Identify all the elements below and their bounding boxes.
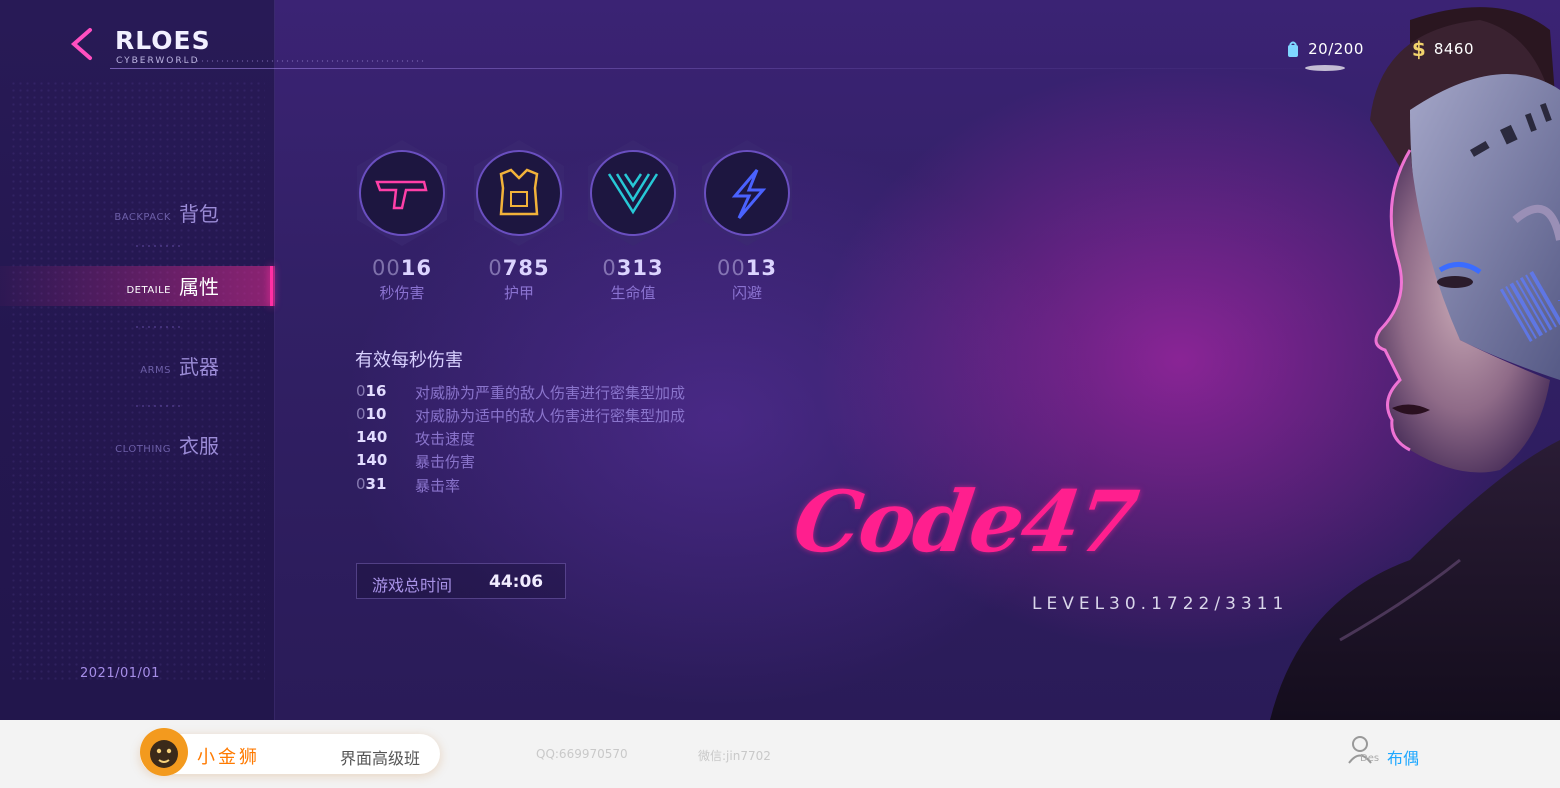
qq-contact: QQ:669970570 <box>536 747 628 761</box>
total-playtime-label: 游戏总时间 <box>372 576 453 595</box>
nav-item-clothing[interactable]: CLOTHING 衣服 <box>0 425 275 465</box>
page-title: RLOES <box>115 26 211 55</box>
stat-health[interactable]: 0313 生命值 <box>583 138 683 303</box>
dps-row: 016 对威胁为严重的敌人伤害进行密集型加成 <box>356 382 776 404</box>
dps-value: 031 <box>356 475 387 493</box>
stat-value: 0785 <box>488 256 550 280</box>
designer-tag: Des <box>1360 753 1380 764</box>
nav-separator-dots <box>134 404 180 408</box>
stat-label: 护甲 <box>503 284 534 302</box>
currency: $ 8460 <box>1411 37 1474 61</box>
character-level: LEVEL30.1722/3311 <box>1032 594 1289 614</box>
stat-dodge[interactable]: 0013 闪避 <box>697 138 797 303</box>
currency-value: 8460 <box>1433 40 1474 58</box>
nav-label-zh: 武器 <box>179 355 219 379</box>
nav-separator-dots <box>134 244 180 248</box>
total-playtime-value: 44:06 <box>489 572 544 592</box>
dps-row: 031 暴击率 <box>356 475 776 497</box>
brand-name: 小金狮 <box>197 747 260 768</box>
brand-course: 界面高级班 <box>340 749 421 768</box>
dps-value: 016 <box>356 382 387 400</box>
nav-label-zh: 属性 <box>179 275 219 299</box>
stat-value: 0313 <box>602 256 664 280</box>
dps-description: 暴击率 <box>415 477 461 495</box>
wechat-contact: 微信:jin7702 <box>698 749 771 763</box>
dps-value: 140 <box>356 451 388 469</box>
stat-label: 生命值 <box>610 284 656 302</box>
stat-armor[interactable]: 0785 护甲 <box>469 138 569 303</box>
dps-row: 140 攻击速度 <box>356 428 776 450</box>
resource-bar: 20/200 $ 8460 <box>1286 37 1474 61</box>
nav-label-en: ARMS <box>140 365 171 376</box>
pistol-icon <box>357 140 447 246</box>
nav-item-arms[interactable]: ARMS 武器 <box>0 346 275 386</box>
dps-description: 对威胁为适中的敌人伤害进行密集型加成 <box>415 407 686 425</box>
total-playtime-box: 游戏总时间 44:06 <box>356 563 566 599</box>
date-label: 2021/01/01 <box>80 666 160 681</box>
backpack-capacity-value: 20/200 <box>1308 40 1364 58</box>
nav-item-backpack[interactable]: BACKPACK 背包 <box>0 193 275 233</box>
dps-row: 140 暴击伤害 <box>356 451 776 473</box>
footer-bar: 小金狮 界面高级班 QQ:669970570 微信:jin7702 Des 布偶 <box>0 720 1560 788</box>
stat-value: 0013 <box>717 256 777 280</box>
lightning-icon <box>702 140 792 246</box>
dps-row: 010 对威胁为适中的敌人伤害进行密集型加成 <box>356 405 776 427</box>
back-arrow-icon[interactable] <box>66 26 100 62</box>
character-name-logo: Code47 <box>788 472 1142 571</box>
nav-label-zh: 背包 <box>179 202 219 226</box>
lion-logo-icon <box>140 728 188 776</box>
title-underline-dots <box>115 60 425 62</box>
header-divider <box>110 68 1350 69</box>
stat-label: 闪避 <box>731 284 762 302</box>
nav-label-en: CLOTHING <box>115 444 171 455</box>
stat-dps[interactable]: 0016 秒伤害 <box>352 138 452 303</box>
dollar-icon: $ <box>1411 37 1426 61</box>
dps-value: 140 <box>356 428 388 446</box>
nav-item-detaile[interactable]: DETAILE 属性 <box>0 266 275 306</box>
dps-value: 010 <box>356 405 387 423</box>
backpack-capacity-icon <box>1288 41 1299 57</box>
armor-vest-icon <box>474 140 564 246</box>
designer-name: 布偶 <box>1387 749 1420 768</box>
stat-value: 0016 <box>372 256 432 280</box>
nav-label-en: BACKPACK <box>114 212 171 223</box>
nav-separator-dots <box>134 325 180 329</box>
nav-label-en: DETAILE <box>126 285 171 296</box>
dps-description: 攻击速度 <box>415 430 476 448</box>
dps-description: 对威胁为严重的敌人伤害进行密集型加成 <box>415 384 686 402</box>
shield-chevron-icon <box>588 140 678 246</box>
dps-section-title: 有效每秒伤害 <box>355 350 463 371</box>
nav-label-zh: 衣服 <box>179 434 219 458</box>
stat-label: 秒伤害 <box>379 284 425 302</box>
game-screen: RLOES CYBERWORLD BACKPACK 背包 DETAILE 属性 … <box>0 0 1560 720</box>
dps-description: 暴击伤害 <box>415 453 476 471</box>
backpack-capacity: 20/200 <box>1286 38 1364 60</box>
